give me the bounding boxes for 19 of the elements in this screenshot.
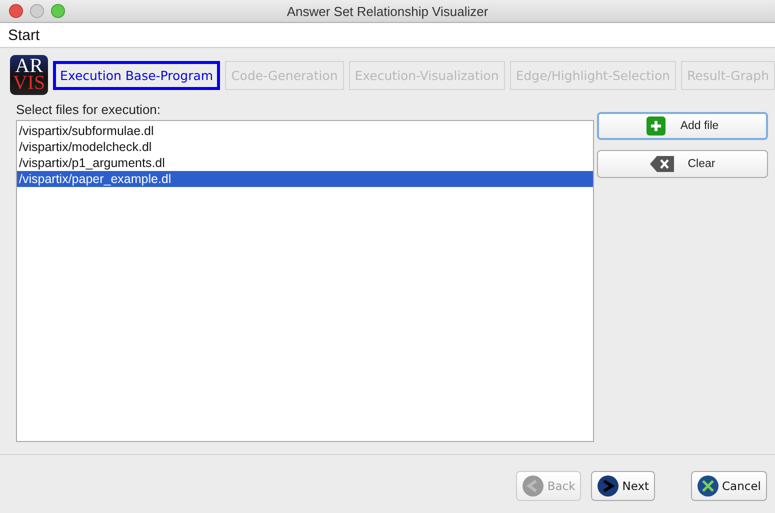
nav-button[interactable]: Cancel [691, 471, 767, 501]
list-item[interactable]: /vispartix/modelcheck.dl [17, 139, 593, 155]
tab[interactable]: Execution Base-Program [53, 60, 220, 90]
files-label: Select files for execution: [16, 102, 162, 119]
nav-button[interactable]: Next [591, 471, 656, 501]
list-item[interactable]: /vispartix/paper_example.dl [17, 171, 593, 187]
menu-item[interactable]: Start [8, 26, 40, 44]
action-button[interactable]: Add file [597, 112, 768, 140]
plus-icon [646, 116, 666, 136]
list-item[interactable]: /vispartix/p1_arguments.dl [17, 155, 593, 171]
action-button[interactable]: Clear [597, 150, 768, 178]
close-icon[interactable] [9, 4, 23, 18]
logo: AR VIS [10, 55, 48, 95]
minimize-icon[interactable] [30, 4, 44, 18]
list-item[interactable]: /vispartix/subformulae.dl [17, 123, 593, 139]
window-title: Answer Set Relationship Visualizer [286, 4, 488, 18]
zoom-icon[interactable] [51, 4, 65, 18]
backspace-icon [650, 156, 674, 172]
cross-icon [697, 475, 720, 497]
